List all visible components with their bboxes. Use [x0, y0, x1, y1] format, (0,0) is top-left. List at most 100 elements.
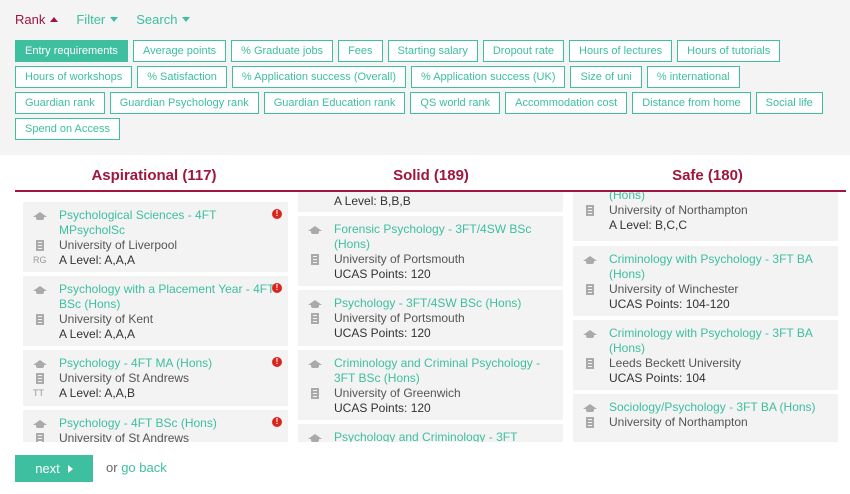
course-title[interactable]: (Hons): [609, 192, 645, 203]
chip-guardian-education-rank[interactable]: Guardian Education rank: [263, 92, 406, 114]
course-card[interactable]: Criminology with Psychology - 3FT BA (Ho…: [573, 320, 838, 390]
building-icon: [583, 356, 609, 371]
chip-guardian-rank[interactable]: Guardian rank: [15, 92, 105, 114]
chip-hours-of-workshops[interactable]: Hours of workshops: [15, 66, 133, 88]
entry-requirement: UCAS Points: 120: [334, 326, 431, 340]
course-card[interactable]: Criminology with Psychology - 3FT BA (Ho…: [573, 246, 838, 316]
chip-distance-from-home[interactable]: Distance from home: [632, 92, 751, 114]
course-title[interactable]: Psychology - 4FT BSc (Hons): [59, 416, 217, 431]
chip-accommodation-cost[interactable]: Accommodation cost: [505, 92, 628, 114]
chip-qs-world-rank[interactable]: QS world rank: [410, 92, 501, 114]
building-icon: [583, 415, 609, 430]
building-icon: [33, 312, 59, 327]
next-button[interactable]: next: [15, 455, 93, 482]
course-title[interactable]: Psychology with a Placement Year - 4FT B…: [59, 282, 278, 312]
solid-column[interactable]: A Level: B,B,B Forensic Psychology - 3FT…: [290, 192, 572, 442]
chip-entry-requirements[interactable]: Entry requirements: [15, 40, 128, 62]
graduation-cap-icon: [583, 400, 609, 415]
chip-size-of-uni[interactable]: Size of uni: [570, 66, 642, 88]
graduation-cap-icon: [33, 208, 59, 223]
chevron-right-icon: [67, 464, 73, 473]
rank-criteria-chips: Entry requirements Average points % Grad…: [15, 40, 835, 144]
chip-row: Entry requirements Average points % Grad…: [15, 40, 835, 62]
chip-application-success-uk[interactable]: % Application success (UK): [410, 66, 566, 88]
or-label: or: [106, 460, 118, 475]
go-back-link[interactable]: go back: [121, 460, 167, 475]
course-title[interactable]: Forensic Psychology - 3FT/4SW BSc (Hons): [334, 222, 553, 252]
entry-requirement: A Level: A,A,B: [59, 386, 136, 400]
chip-application-success-overall[interactable]: % Application success (Overall): [231, 66, 406, 88]
chip-fees[interactable]: Fees: [338, 40, 383, 62]
graduation-cap-icon: [33, 282, 59, 297]
chip-social-life[interactable]: Social life: [755, 92, 823, 114]
course-card[interactable]: (Hons) University of Northampton A Level…: [573, 192, 838, 241]
course-card[interactable]: ! Psychological Sciences - 4FT MPsycholS…: [23, 202, 288, 272]
graduation-cap-icon: [308, 430, 334, 442]
building-icon: [308, 311, 334, 326]
course-title[interactable]: Sociology/Psychology - 3FT BA (Hons): [609, 400, 816, 415]
course-title[interactable]: Psychological Sciences - 4FT MPsycholSc: [59, 208, 278, 238]
entry-requirement: A Level: A,A,A: [59, 327, 136, 341]
course-title[interactable]: Psychology and Criminology - 3FT: [334, 430, 517, 442]
chip-starting-salary[interactable]: Starting salary: [387, 40, 478, 62]
course-title[interactable]: Criminology with Psychology - 3FT BA (Ho…: [609, 326, 828, 356]
warning-icon[interactable]: !: [272, 283, 282, 293]
course-title[interactable]: Criminology and Criminal Psychology - 3F…: [334, 356, 553, 386]
chip-average-points[interactable]: Average points: [132, 40, 227, 62]
entry-requirement: UCAS Points: 120: [334, 267, 431, 281]
graduation-cap-icon: [308, 356, 334, 371]
aspirational-column[interactable]: ! Psychological Sciences - 4FT MPsycholS…: [15, 192, 297, 442]
course-card[interactable]: ! Psychology with a Placement Year - 4FT…: [23, 276, 288, 346]
entry-requirement: A Level: B,C,C: [609, 218, 688, 232]
safe-column[interactable]: (Hons) University of Northampton A Level…: [565, 192, 850, 442]
chip-international[interactable]: % international: [646, 66, 740, 88]
building-icon: [308, 252, 334, 267]
chip-satisfaction[interactable]: % Satisfaction: [137, 66, 227, 88]
chip-dropout-rate[interactable]: Dropout rate: [482, 40, 564, 62]
entry-requirement: UCAS Points: 104: [609, 371, 706, 385]
go-back-text: or go back: [106, 460, 167, 475]
chip-hours-of-lectures[interactable]: Hours of lectures: [569, 40, 673, 62]
course-title[interactable]: Psychology - 3FT/4SW BSc (Hons): [334, 296, 521, 311]
footer-bar: next or go back: [0, 442, 850, 494]
course-card[interactable]: ! Psychology - 4FT BSc (Hons) University…: [23, 410, 288, 442]
university-name: University of Northampton: [609, 203, 748, 217]
course-card[interactable]: Sociology/Psychology - 3FT BA (Hons) Uni…: [573, 394, 838, 442]
university-name: University of Portsmouth: [334, 311, 465, 325]
warning-icon[interactable]: !: [272, 209, 282, 219]
column-headings: Aspirational (117) Solid (189) Safe (180…: [15, 164, 846, 192]
course-card[interactable]: Psychology and Criminology - 3FT: [298, 424, 563, 442]
chip-guardian-psychology-rank[interactable]: Guardian Psychology rank: [109, 92, 259, 114]
warning-icon[interactable]: !: [272, 417, 282, 427]
rank-menu[interactable]: Rank: [15, 12, 59, 27]
filter-menu[interactable]: Filter: [76, 12, 119, 27]
graduation-cap-icon: [33, 356, 59, 371]
course-card[interactable]: ! Psychology - 4FT MA (Hons) University …: [23, 350, 288, 406]
course-card[interactable]: Forensic Psychology - 3FT/4SW BSc (Hons)…: [298, 216, 563, 286]
chip-graduate-jobs[interactable]: % Graduate jobs: [231, 40, 334, 62]
university-name: University of St Andrews: [59, 371, 190, 385]
building-icon: [33, 431, 59, 442]
university-name: University of Liverpool: [59, 238, 178, 252]
menu-bar: Rank Filter Search: [15, 12, 191, 27]
solid-heading: Solid (189): [393, 167, 469, 184]
aspirational-heading: Aspirational (117): [91, 167, 217, 184]
next-button-label: next: [35, 461, 60, 476]
course-card[interactable]: A Level: B,B,B: [298, 192, 563, 212]
course-title[interactable]: Psychology - 4FT MA (Hons): [59, 356, 212, 371]
warning-icon[interactable]: !: [272, 357, 282, 367]
graduation-cap-icon: [583, 252, 609, 267]
course-title[interactable]: Criminology with Psychology - 3FT BA (Ho…: [609, 252, 828, 282]
chip-spend-on-access[interactable]: Spend on Access: [15, 118, 121, 140]
graduation-cap-icon: [33, 416, 59, 431]
entry-requirement: A Level: B,B,B: [334, 194, 411, 208]
chip-hours-of-tutorials[interactable]: Hours of tutorials: [677, 40, 781, 62]
course-card[interactable]: Criminology and Criminal Psychology - 3F…: [298, 350, 563, 420]
search-menu[interactable]: Search: [136, 12, 191, 27]
safe-heading: Safe (180): [672, 167, 743, 184]
course-card[interactable]: Psychology - 3FT/4SW BSc (Hons) Universi…: [298, 290, 563, 346]
chip-row: Spend on Access: [15, 118, 835, 140]
chip-row: Hours of workshops % Satisfaction % Appl…: [15, 66, 835, 88]
university-name: University of Winchester: [609, 282, 739, 296]
university-name: University of Northampton: [609, 415, 748, 429]
